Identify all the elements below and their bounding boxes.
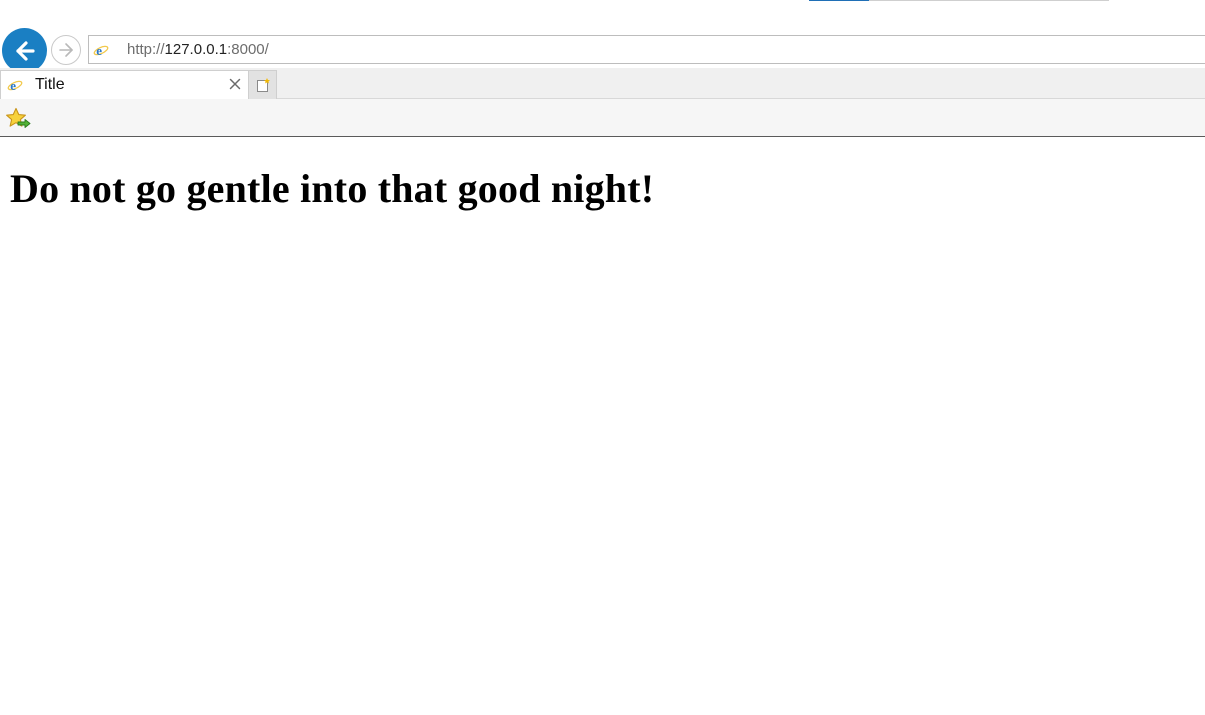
back-arrow-icon [15, 40, 35, 61]
tab-label: Title [35, 76, 65, 93]
accent-divider [809, 0, 869, 1]
svg-text:e: e [10, 78, 16, 93]
new-tab-button[interactable] [249, 70, 277, 99]
navigation-bar: e http://127.0.0.1:8000/ [0, 28, 1205, 73]
ie-e-icon: e [7, 78, 23, 93]
close-tab-button[interactable] [227, 76, 243, 92]
new-tab-icon [256, 78, 270, 92]
page-heading: Do not go gentle into that good night! [10, 166, 655, 211]
page-content: Do not go gentle into that good night! [0, 137, 1205, 715]
add-to-favorites-button[interactable] [5, 107, 31, 131]
forward-button[interactable] [51, 35, 81, 65]
forward-arrow-icon [59, 43, 73, 57]
url-port: :8000/ [227, 41, 269, 58]
url-host: 127.0.0.1 [164, 41, 228, 58]
tab-strip: e Title [0, 68, 1205, 99]
back-button[interactable] [2, 28, 47, 73]
close-icon [229, 78, 241, 90]
url-text[interactable]: http://127.0.0.1:8000/ [127, 41, 269, 58]
url-scheme: http:// [127, 41, 165, 58]
favorites-bar [0, 99, 1205, 137]
address-bar[interactable]: e http://127.0.0.1:8000/ [88, 35, 1205, 64]
ie-e-icon: e [93, 43, 109, 58]
browser-window: e http://127.0.0.1:8000/ e Title Do not … [0, 0, 1205, 715]
tab-title[interactable]: e Title [0, 70, 249, 99]
star-add-icon [6, 107, 31, 128]
gray-divider [869, 0, 1109, 1]
svg-text:e: e [96, 43, 102, 58]
